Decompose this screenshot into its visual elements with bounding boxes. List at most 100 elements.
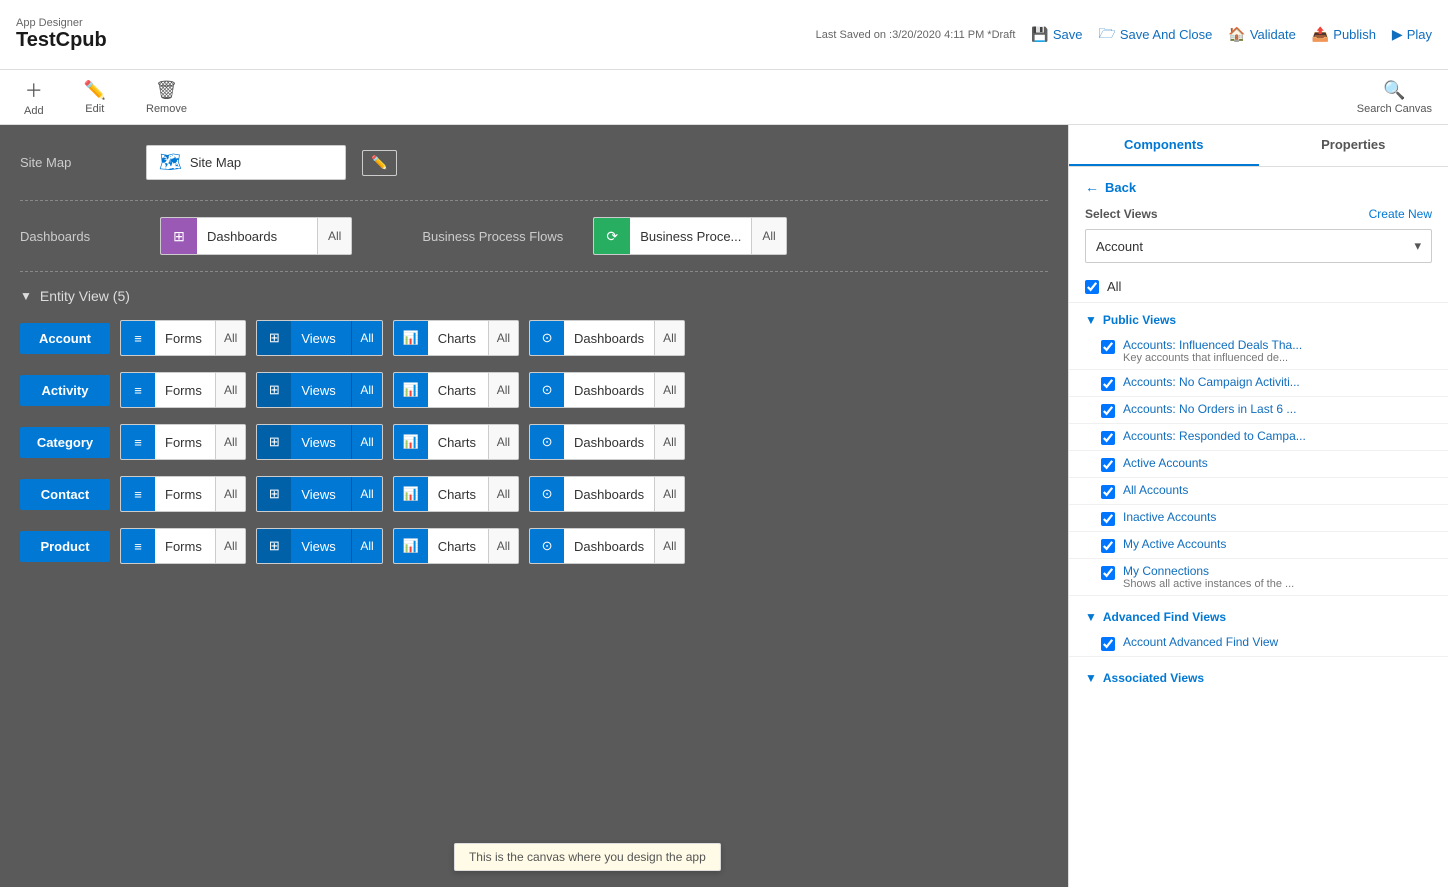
charts-label: Charts (428, 383, 488, 398)
tab-properties[interactable]: Properties (1259, 125, 1448, 166)
dashboards-all-btn[interactable]: All (654, 373, 684, 407)
view-checkbox-7[interactable] (1101, 539, 1115, 553)
entity-btn-activity[interactable]: Activity (20, 375, 110, 406)
forms-label: Forms (155, 383, 215, 398)
view-item[interactable]: Accounts: Responded to Campa... (1069, 424, 1448, 451)
save-close-button[interactable]: 🗁 Save And Close (1099, 23, 1213, 47)
site-map-icon: 🗺 (159, 152, 182, 173)
play-button[interactable]: ▶ Play (1392, 26, 1432, 43)
publish-icon: 📤 (1312, 26, 1329, 43)
dashboards-icon: ⊙ (530, 477, 564, 511)
views-icon: ⊞ (257, 321, 291, 355)
create-new-link[interactable]: Create New (1369, 207, 1432, 221)
views-all-btn[interactable]: All (351, 425, 381, 459)
dashboards-all-btn[interactable]: All (654, 321, 684, 355)
views-all-btn[interactable]: All (351, 529, 381, 563)
remove-icon: 🗑 (155, 80, 178, 101)
entity-row: Product ≡ Forms All ⊞ Views All 📊 Charts… (20, 528, 1048, 564)
validate-label: Validate (1250, 27, 1296, 42)
remove-button[interactable]: 🗑 Remove (138, 76, 195, 119)
view-item[interactable]: Accounts: Influenced Deals Tha... Key ac… (1069, 333, 1448, 370)
bpf-label: Business Process Flows (422, 229, 563, 244)
view-item[interactable]: Inactive Accounts (1069, 505, 1448, 532)
forms-icon: ≡ (121, 477, 155, 511)
forms-all-btn[interactable]: All (215, 425, 245, 459)
bpf-chip[interactable]: ⟳ Business Proce... All (593, 217, 787, 255)
views-label: Views (291, 539, 351, 554)
account-dropdown[interactable]: Account ▾ (1085, 229, 1432, 263)
view-item[interactable]: My Connections Shows all active instance… (1069, 559, 1448, 596)
views-label: Views (291, 331, 351, 346)
charts-all-btn[interactable]: All (488, 373, 518, 407)
search-canvas-button[interactable]: 🔍 Search Canvas (1357, 80, 1432, 115)
edit-icon: ✏️ (84, 80, 106, 101)
view-checkbox-8[interactable] (1101, 566, 1115, 580)
tab-components[interactable]: Components (1069, 125, 1259, 166)
view-item[interactable]: Active Accounts (1069, 451, 1448, 478)
view-item[interactable]: My Active Accounts (1069, 532, 1448, 559)
views-all-btn[interactable]: All (351, 321, 381, 355)
view-item-title: Active Accounts (1123, 456, 1208, 470)
charts-all-btn[interactable]: All (488, 477, 518, 511)
edit-button[interactable]: ✏️ Edit (76, 76, 114, 119)
back-arrow-icon: ← (1085, 179, 1099, 195)
entity-view-label: Entity View (5) (40, 288, 130, 304)
view-checkbox-3[interactable] (1101, 431, 1115, 445)
view-item[interactable]: Accounts: No Campaign Activiti... (1069, 370, 1448, 397)
views-icon: ⊞ (257, 373, 291, 407)
back-button[interactable]: ← Back (1069, 167, 1448, 199)
add-button[interactable]: ＋ Add (16, 73, 52, 121)
forms-all-btn[interactable]: All (215, 321, 245, 355)
forms-all-btn[interactable]: All (215, 529, 245, 563)
charts-all-btn[interactable]: All (488, 321, 518, 355)
bpf-chip-label: Business Proce... (630, 229, 751, 244)
view-item[interactable]: Accounts: No Orders in Last 6 ... (1069, 397, 1448, 424)
view-item[interactable]: All Accounts (1069, 478, 1448, 505)
charts-all-btn[interactable]: All (488, 529, 518, 563)
entity-btn-category[interactable]: Category (20, 427, 110, 458)
forms-all-btn[interactable]: All (215, 477, 245, 511)
site-map-name: Site Map (190, 155, 241, 170)
associated-views-header[interactable]: ▼ Associated Views (1069, 665, 1448, 691)
view-checkbox-1[interactable] (1101, 377, 1115, 391)
site-map-edit-button[interactable]: ✏️ (362, 150, 397, 176)
dashboards-all-btn[interactable]: All (317, 218, 351, 254)
advanced-find-header[interactable]: ▼ Advanced Find Views (1069, 604, 1448, 630)
adv-view-checkbox-0[interactable] (1101, 637, 1115, 651)
save-button[interactable]: 💾 Save (1031, 26, 1082, 43)
charts-all-btn[interactable]: All (488, 425, 518, 459)
views-section-3: ⊞ Views All (256, 476, 382, 512)
entity-btn-account[interactable]: Account (20, 323, 110, 354)
play-label: Play (1407, 27, 1432, 42)
associated-views-label: Associated Views (1103, 671, 1204, 685)
entity-btn-contact[interactable]: Contact (20, 479, 110, 510)
bpf-all-btn[interactable]: All (751, 218, 785, 254)
dashboards-chip[interactable]: ⊞ Dashboards All (160, 217, 352, 255)
views-all-btn[interactable]: All (351, 373, 381, 407)
all-checkbox[interactable] (1085, 280, 1099, 294)
dashboards-label: Dashboards (564, 331, 654, 346)
forms-all-btn[interactable]: All (215, 373, 245, 407)
publish-button[interactable]: 📤 Publish (1312, 26, 1376, 43)
public-views-header[interactable]: ▼ Public Views (1069, 307, 1448, 333)
view-checkbox-6[interactable] (1101, 512, 1115, 526)
advanced-view-item[interactable]: Account Advanced Find View (1069, 630, 1448, 657)
site-map-box[interactable]: 🗺 Site Map (146, 145, 346, 180)
entity-btn-product[interactable]: Product (20, 531, 110, 562)
dashboards-icon: ⊙ (530, 373, 564, 407)
all-checkbox-row: All (1069, 271, 1448, 303)
views-all-btn[interactable]: All (351, 477, 381, 511)
dashboards-all-btn[interactable]: All (654, 477, 684, 511)
view-checkbox-5[interactable] (1101, 485, 1115, 499)
dashboards-all-btn[interactable]: All (654, 529, 684, 563)
dashboards-all-btn[interactable]: All (654, 425, 684, 459)
views-icon: ⊞ (257, 425, 291, 459)
view-checkbox-0[interactable] (1101, 340, 1115, 354)
validate-button[interactable]: 🏠 Validate (1228, 26, 1295, 43)
view-item-title: My Active Accounts (1123, 537, 1226, 551)
view-checkbox-2[interactable] (1101, 404, 1115, 418)
dashboards-section-0: ⊙ Dashboards All (529, 320, 685, 356)
view-checkbox-4[interactable] (1101, 458, 1115, 472)
dashboards-bpf-row: Dashboards ⊞ Dashboards All Business Pro… (20, 217, 1048, 255)
forms-label: Forms (155, 331, 215, 346)
